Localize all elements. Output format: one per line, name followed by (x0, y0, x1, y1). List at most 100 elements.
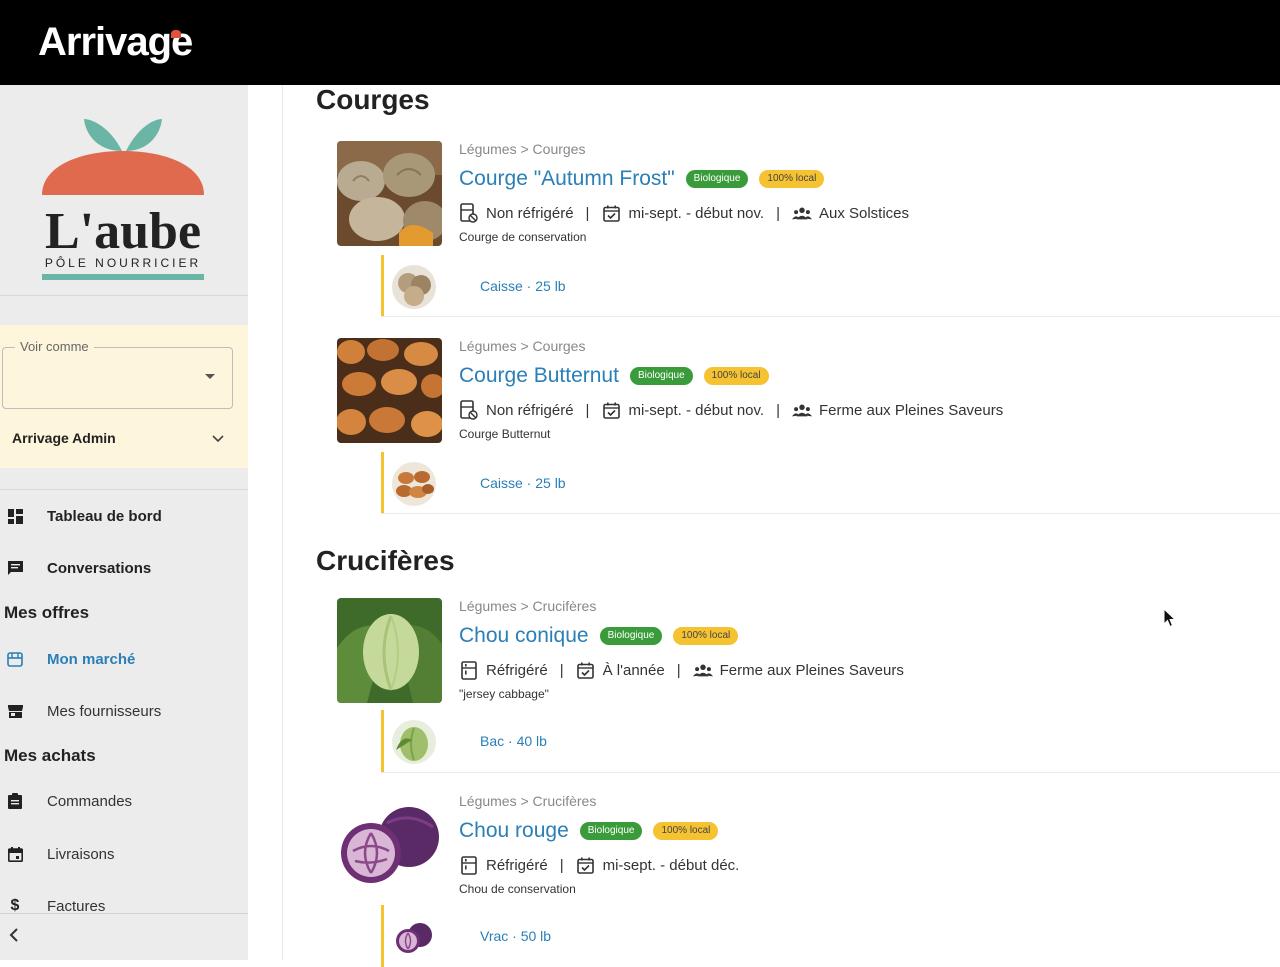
product-description: Chou de conservation (459, 882, 576, 896)
product-meta: Réfrigéré | À l'année | Ferme aux Pleine… (459, 660, 904, 680)
storefront-icon (7, 651, 23, 667)
breadcrumb[interactable]: Légumes > Crucifères (459, 598, 596, 614)
producer-label[interactable]: Aux Solstices (819, 205, 909, 222)
logo-accent (171, 30, 181, 38)
content-border (282, 85, 283, 960)
view-as-panel: Voir comme Arrivage Admin (0, 325, 248, 468)
app-logo[interactable]: Arrivage (38, 20, 193, 65)
product-meta: Réfrigéré | mi-sept. - début déc. (459, 855, 739, 875)
group-icon (791, 400, 812, 420)
organic-badge: Biologique (579, 822, 643, 840)
calendar-check-icon (601, 203, 621, 223)
nav-dashboard[interactable]: Tableau de bord (0, 501, 248, 531)
product-name-text[interactable]: Chou conique (459, 624, 589, 648)
nav-suppliers-label: Mes fournisseurs (47, 702, 162, 720)
top-bar: Arrivage (0, 0, 1280, 85)
account-selector[interactable]: Arrivage Admin (12, 430, 228, 446)
product-description: Courge de conservation (459, 230, 587, 244)
organic-badge: Biologique (629, 367, 693, 385)
local-badge: 100% local (653, 822, 719, 840)
dashboard-icon (7, 508, 23, 524)
producer-label[interactable]: Ferme aux Pleines Saveurs (720, 662, 904, 679)
product-name[interactable]: Courge Butternut Biologique 100% local (459, 364, 769, 388)
mouse-cursor-icon (1163, 607, 1177, 633)
product-variant[interactable]: Bac · 40 lb (381, 710, 1280, 772)
product-name-text[interactable]: Chou rouge (459, 819, 569, 843)
organic-badge: Biologique (599, 627, 663, 645)
breadcrumb[interactable]: Légumes > Crucifères (459, 793, 596, 809)
variant-label[interactable]: Bac · 40 lb (480, 733, 547, 749)
caret-down-icon[interactable] (205, 374, 215, 379)
separator: | (559, 856, 564, 874)
section-purchases: Mes achats (4, 746, 96, 765)
variant-image (392, 720, 436, 764)
separator: | (676, 661, 681, 679)
nav-market-label: Mon marché (47, 650, 136, 668)
storage-label: Non réfrigéré (486, 401, 574, 419)
product-name[interactable]: Chou conique Biologique 100% local (459, 624, 739, 648)
nav-orders[interactable]: Commandes (0, 786, 248, 816)
nav-orders-label: Commandes (47, 792, 133, 810)
product-image[interactable] (337, 598, 442, 703)
group-icon (791, 203, 812, 223)
product-name[interactable]: Courge "Autumn Frost" Biologique 100% lo… (459, 167, 825, 191)
org-logo-graphic: L'aube PÔLE NOURRICIER (42, 119, 204, 280)
sidebar-footer (0, 913, 248, 960)
separator: | (585, 204, 590, 222)
variant-label[interactable]: Caisse · 25 lb (480, 278, 566, 294)
chat-icon (7, 560, 23, 576)
product-name-text[interactable]: Courge Butternut (459, 364, 619, 388)
season-label: mi-sept. - début nov. (628, 401, 765, 419)
divider (0, 489, 248, 490)
view-as-select[interactable]: Voir comme (2, 339, 233, 409)
product-image[interactable] (337, 141, 442, 246)
calendar-check-icon (576, 855, 596, 875)
local-badge: 100% local (759, 170, 825, 188)
nav-dashboard-label: Tableau de bord (47, 507, 162, 525)
storage-label: Réfrigéré (486, 661, 548, 679)
season-label: À l'année (602, 661, 665, 679)
local-badge: 100% local (703, 367, 769, 385)
product-meta: Non réfrigéré | mi-sept. - début nov. | … (459, 400, 1003, 420)
storage-label: Réfrigéré (486, 856, 548, 874)
variant-image (392, 915, 436, 959)
storage-label: Non réfrigéré (486, 204, 574, 222)
nav-conversations[interactable]: Conversations (0, 553, 248, 583)
organic-badge: Biologique (685, 170, 749, 188)
nav-deliveries[interactable]: Livraisons (0, 839, 248, 869)
divider (0, 295, 248, 296)
chevron-down-icon[interactable] (212, 430, 224, 446)
product-description: Courge Butternut (459, 427, 551, 441)
view-as-label: Voir comme (15, 339, 94, 354)
product-variant[interactable]: Caisse · 25 lb (381, 452, 1280, 514)
local-badge: 100% local (673, 627, 739, 645)
section-offers: Mes offres (4, 603, 90, 622)
nav-deliveries-label: Livraisons (47, 845, 115, 863)
producer-label[interactable]: Ferme aux Pleines Saveurs (819, 402, 1003, 419)
divider (381, 513, 1280, 514)
product-variant[interactable]: Vrac · 50 lb (381, 905, 1280, 967)
divider (381, 772, 1280, 773)
variant-label[interactable]: Caisse · 25 lb (480, 475, 566, 491)
product-image[interactable] (337, 793, 442, 898)
account-name: Arrivage Admin (12, 430, 116, 446)
product-name[interactable]: Chou rouge Biologique 100% local (459, 819, 719, 843)
product-description: "jersey cabbage" (459, 687, 549, 701)
org-logo: L'aube PÔLE NOURRICIER (0, 85, 248, 295)
calendar-check-icon (601, 400, 621, 420)
season-label: mi-sept. - début nov. (628, 204, 765, 222)
collapse-sidebar-icon[interactable] (9, 926, 19, 947)
variant-label[interactable]: Vrac · 50 lb (480, 928, 551, 944)
clipboard-icon (7, 793, 23, 809)
nav-suppliers[interactable]: Mes fournisseurs (0, 696, 248, 726)
org-logo-subtitle: PÔLE NOURRICIER (45, 255, 201, 270)
product-variant[interactable]: Caisse · 25 lb (381, 255, 1280, 317)
product-name-text[interactable]: Courge "Autumn Frost" (459, 167, 675, 191)
product-image[interactable] (337, 338, 442, 443)
nav-invoices-label: Factures (47, 897, 106, 915)
breadcrumb[interactable]: Légumes > Courges (459, 141, 585, 157)
nav-market[interactable]: Mon marché (0, 644, 248, 674)
category-title: Crucifères (316, 545, 455, 576)
breadcrumb[interactable]: Légumes > Courges (459, 338, 585, 354)
category-title: Courges (316, 84, 430, 115)
